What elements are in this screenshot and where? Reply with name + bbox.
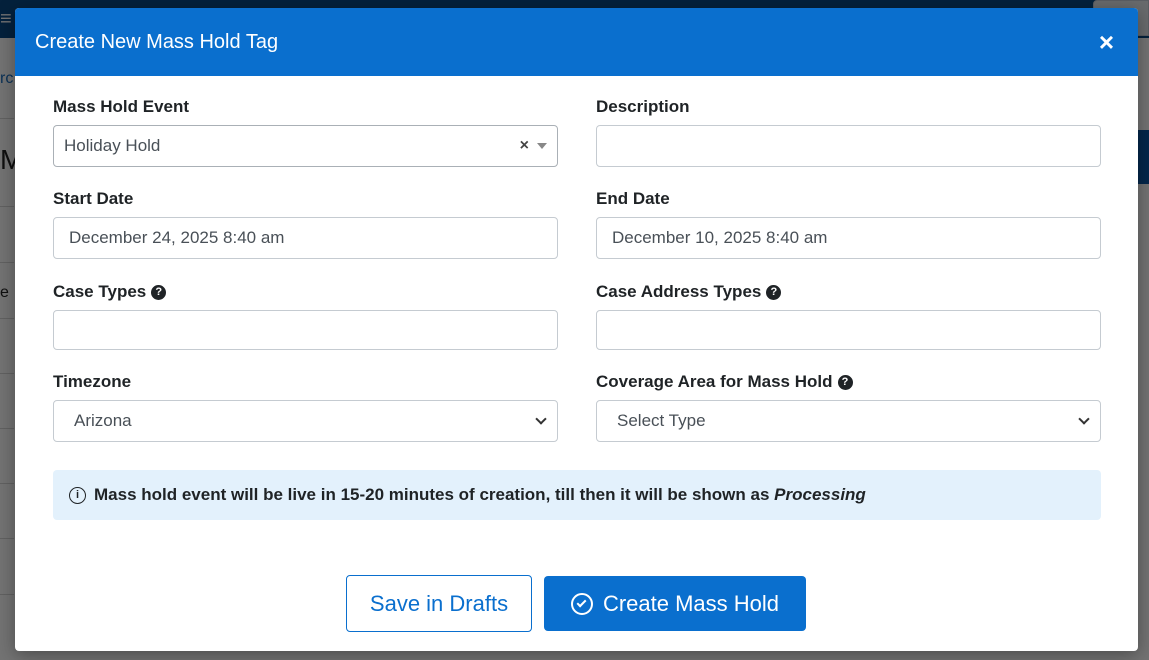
timezone-value: Arizona <box>74 411 132 430</box>
info-message: Mass hold event will be live in 15-20 mi… <box>94 485 770 504</box>
mass-hold-event-select[interactable]: Holiday Hold × <box>53 125 558 167</box>
modal-actions: Save in Drafts Create Mass Hold <box>346 575 806 632</box>
modal-header: Create New Mass Hold Tag × <box>15 8 1138 76</box>
chevron-down-icon <box>535 413 547 425</box>
create-mass-hold-label: Create Mass Hold <box>602 590 780 616</box>
question-circle-icon[interactable]: ? <box>837 374 853 390</box>
mass-hold-event-field: Mass Hold Event Holiday Hold × <box>53 97 558 167</box>
coverage-area-field: Coverage Area for Mass Hold ? Select Typ… <box>596 372 1101 442</box>
end-date-field: End Date December 10, 2025 8:40 am <box>596 189 1101 259</box>
case-types-label: Case Types <box>53 282 147 301</box>
modal-title: Create New Mass Hold Tag <box>35 30 279 53</box>
question-circle-icon[interactable]: ? <box>766 284 782 300</box>
info-alert: i Mass hold event will be live in 15-20 … <box>53 470 1101 520</box>
chevron-down-icon <box>1078 413 1090 425</box>
info-emphasis: Processing <box>774 485 866 504</box>
select-actions: × <box>520 137 547 155</box>
case-address-types-label: Case Address Types <box>596 282 762 301</box>
timezone-field: Timezone Arizona <box>53 372 558 442</box>
case-address-types-field: Case Address Types ? <box>596 282 1101 350</box>
coverage-area-label-row: Coverage Area for Mass Hold ? <box>596 372 1101 392</box>
start-date-field: Start Date December 24, 2025 8:40 am <box>53 189 558 259</box>
create-mass-hold-modal: Create New Mass Hold Tag × Mass Hold Eve… <box>15 8 1138 651</box>
coverage-area-select[interactable]: Select Type <box>596 400 1101 442</box>
end-date-input[interactable]: December 10, 2025 8:40 am <box>596 217 1101 259</box>
end-date-label: End Date <box>596 189 670 208</box>
question-circle-icon[interactable]: ? <box>151 284 167 300</box>
case-types-input[interactable] <box>53 310 558 350</box>
case-types-field: Case Types ? <box>53 282 558 350</box>
save-in-drafts-button[interactable]: Save in Drafts <box>346 575 532 632</box>
caret-down-icon[interactable] <box>537 143 547 149</box>
coverage-area-value: Select Type <box>617 411 706 430</box>
start-date-input[interactable]: December 24, 2025 8:40 am <box>53 217 558 259</box>
case-address-types-label-row: Case Address Types ? <box>596 282 1101 302</box>
description-field: Description <box>596 97 1101 167</box>
clear-icon[interactable]: × <box>520 137 529 155</box>
coverage-area-label: Coverage Area for Mass Hold <box>596 372 833 391</box>
case-address-types-input[interactable] <box>596 310 1101 350</box>
mass-hold-event-value: Holiday Hold <box>64 136 161 155</box>
case-types-label-row: Case Types ? <box>53 282 558 302</box>
timezone-label: Timezone <box>53 372 132 391</box>
description-input[interactable] <box>596 125 1101 167</box>
info-circle-icon: i <box>69 486 86 504</box>
close-icon[interactable]: × <box>1099 29 1118 55</box>
start-date-label: Start Date <box>53 189 134 208</box>
check-circle-icon <box>570 592 593 615</box>
timezone-select[interactable]: Arizona <box>53 400 558 442</box>
info-text: Mass hold event will be live in 15-20 mi… <box>94 485 866 505</box>
create-mass-hold-button[interactable]: Create Mass Hold <box>544 576 806 631</box>
description-label: Description <box>596 97 690 116</box>
mass-hold-event-label: Mass Hold Event <box>53 97 190 116</box>
